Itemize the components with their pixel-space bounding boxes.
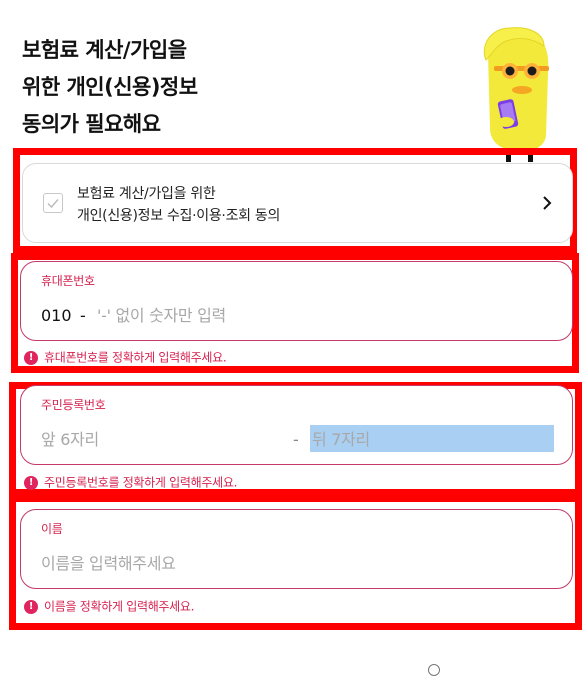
page-title: 보험료 계산/가입을 위한 개인(신용)정보 동의가 필요해요: [22, 32, 322, 143]
name-field-label: 이름: [41, 522, 63, 536]
name-error: ! 이름을 정확하게 입력해주세요.: [24, 598, 194, 615]
error-icon: !: [24, 475, 38, 490]
mascot-character-icon: [483, 27, 549, 162]
rrn-error: ! 주민등록번호를 정확하게 입력해주세요.: [24, 474, 237, 491]
rrn-separator: -: [293, 430, 299, 449]
consent-label-line-2: 개인(신용)정보 수집·이용·조회 동의: [77, 208, 281, 224]
rrn-field[interactable]: 주민등록번호 -: [20, 385, 573, 465]
consent-label-line-1: 보험료 계산/가입을 위한: [77, 186, 216, 202]
chevron-right-icon[interactable]: [542, 195, 552, 211]
page-title-line-2: 위한 개인(신용)정보: [22, 75, 198, 99]
phone-separator: -: [80, 306, 86, 325]
consent-label: 보험료 계산/가입을 위한 개인(신용)정보 수집·이용·조회 동의: [77, 183, 280, 227]
check-icon: [47, 199, 59, 209]
rrn-error-text: 주민등록번호를 정확하게 입력해주세요.: [44, 475, 238, 490]
name-input[interactable]: [41, 554, 541, 574]
name-field[interactable]: 이름: [20, 509, 573, 589]
phone-input[interactable]: [97, 306, 497, 326]
name-error-text: 이름을 정확하게 입력해주세요.: [44, 599, 195, 614]
phone-error-text: 휴대폰번호를 정확하게 입력해주세요.: [44, 350, 227, 365]
phone-field[interactable]: 휴대폰번호 010 -: [20, 261, 573, 341]
phone-error: ! 휴대폰번호를 정확하게 입력해주세요.: [24, 349, 227, 366]
page-title-line-1: 보험료 계산/가입을: [22, 38, 187, 62]
page-title-line-3: 동의가 필요해요: [22, 112, 161, 136]
rrn-back-input[interactable]: [312, 430, 552, 450]
error-icon: !: [24, 599, 38, 614]
phone-prefix: 010: [41, 306, 72, 325]
rrn-field-label: 주민등록번호: [41, 398, 106, 412]
phone-field-label: 휴대폰번호: [41, 274, 95, 288]
consent-card[interactable]: 보험료 계산/가입을 위한 개인(신용)정보 수집·이용·조회 동의: [22, 163, 573, 243]
rrn-front-input[interactable]: [41, 430, 261, 450]
consent-checkbox[interactable]: [43, 193, 63, 213]
bottom-indicator: [428, 664, 440, 676]
error-icon: !: [24, 350, 38, 365]
